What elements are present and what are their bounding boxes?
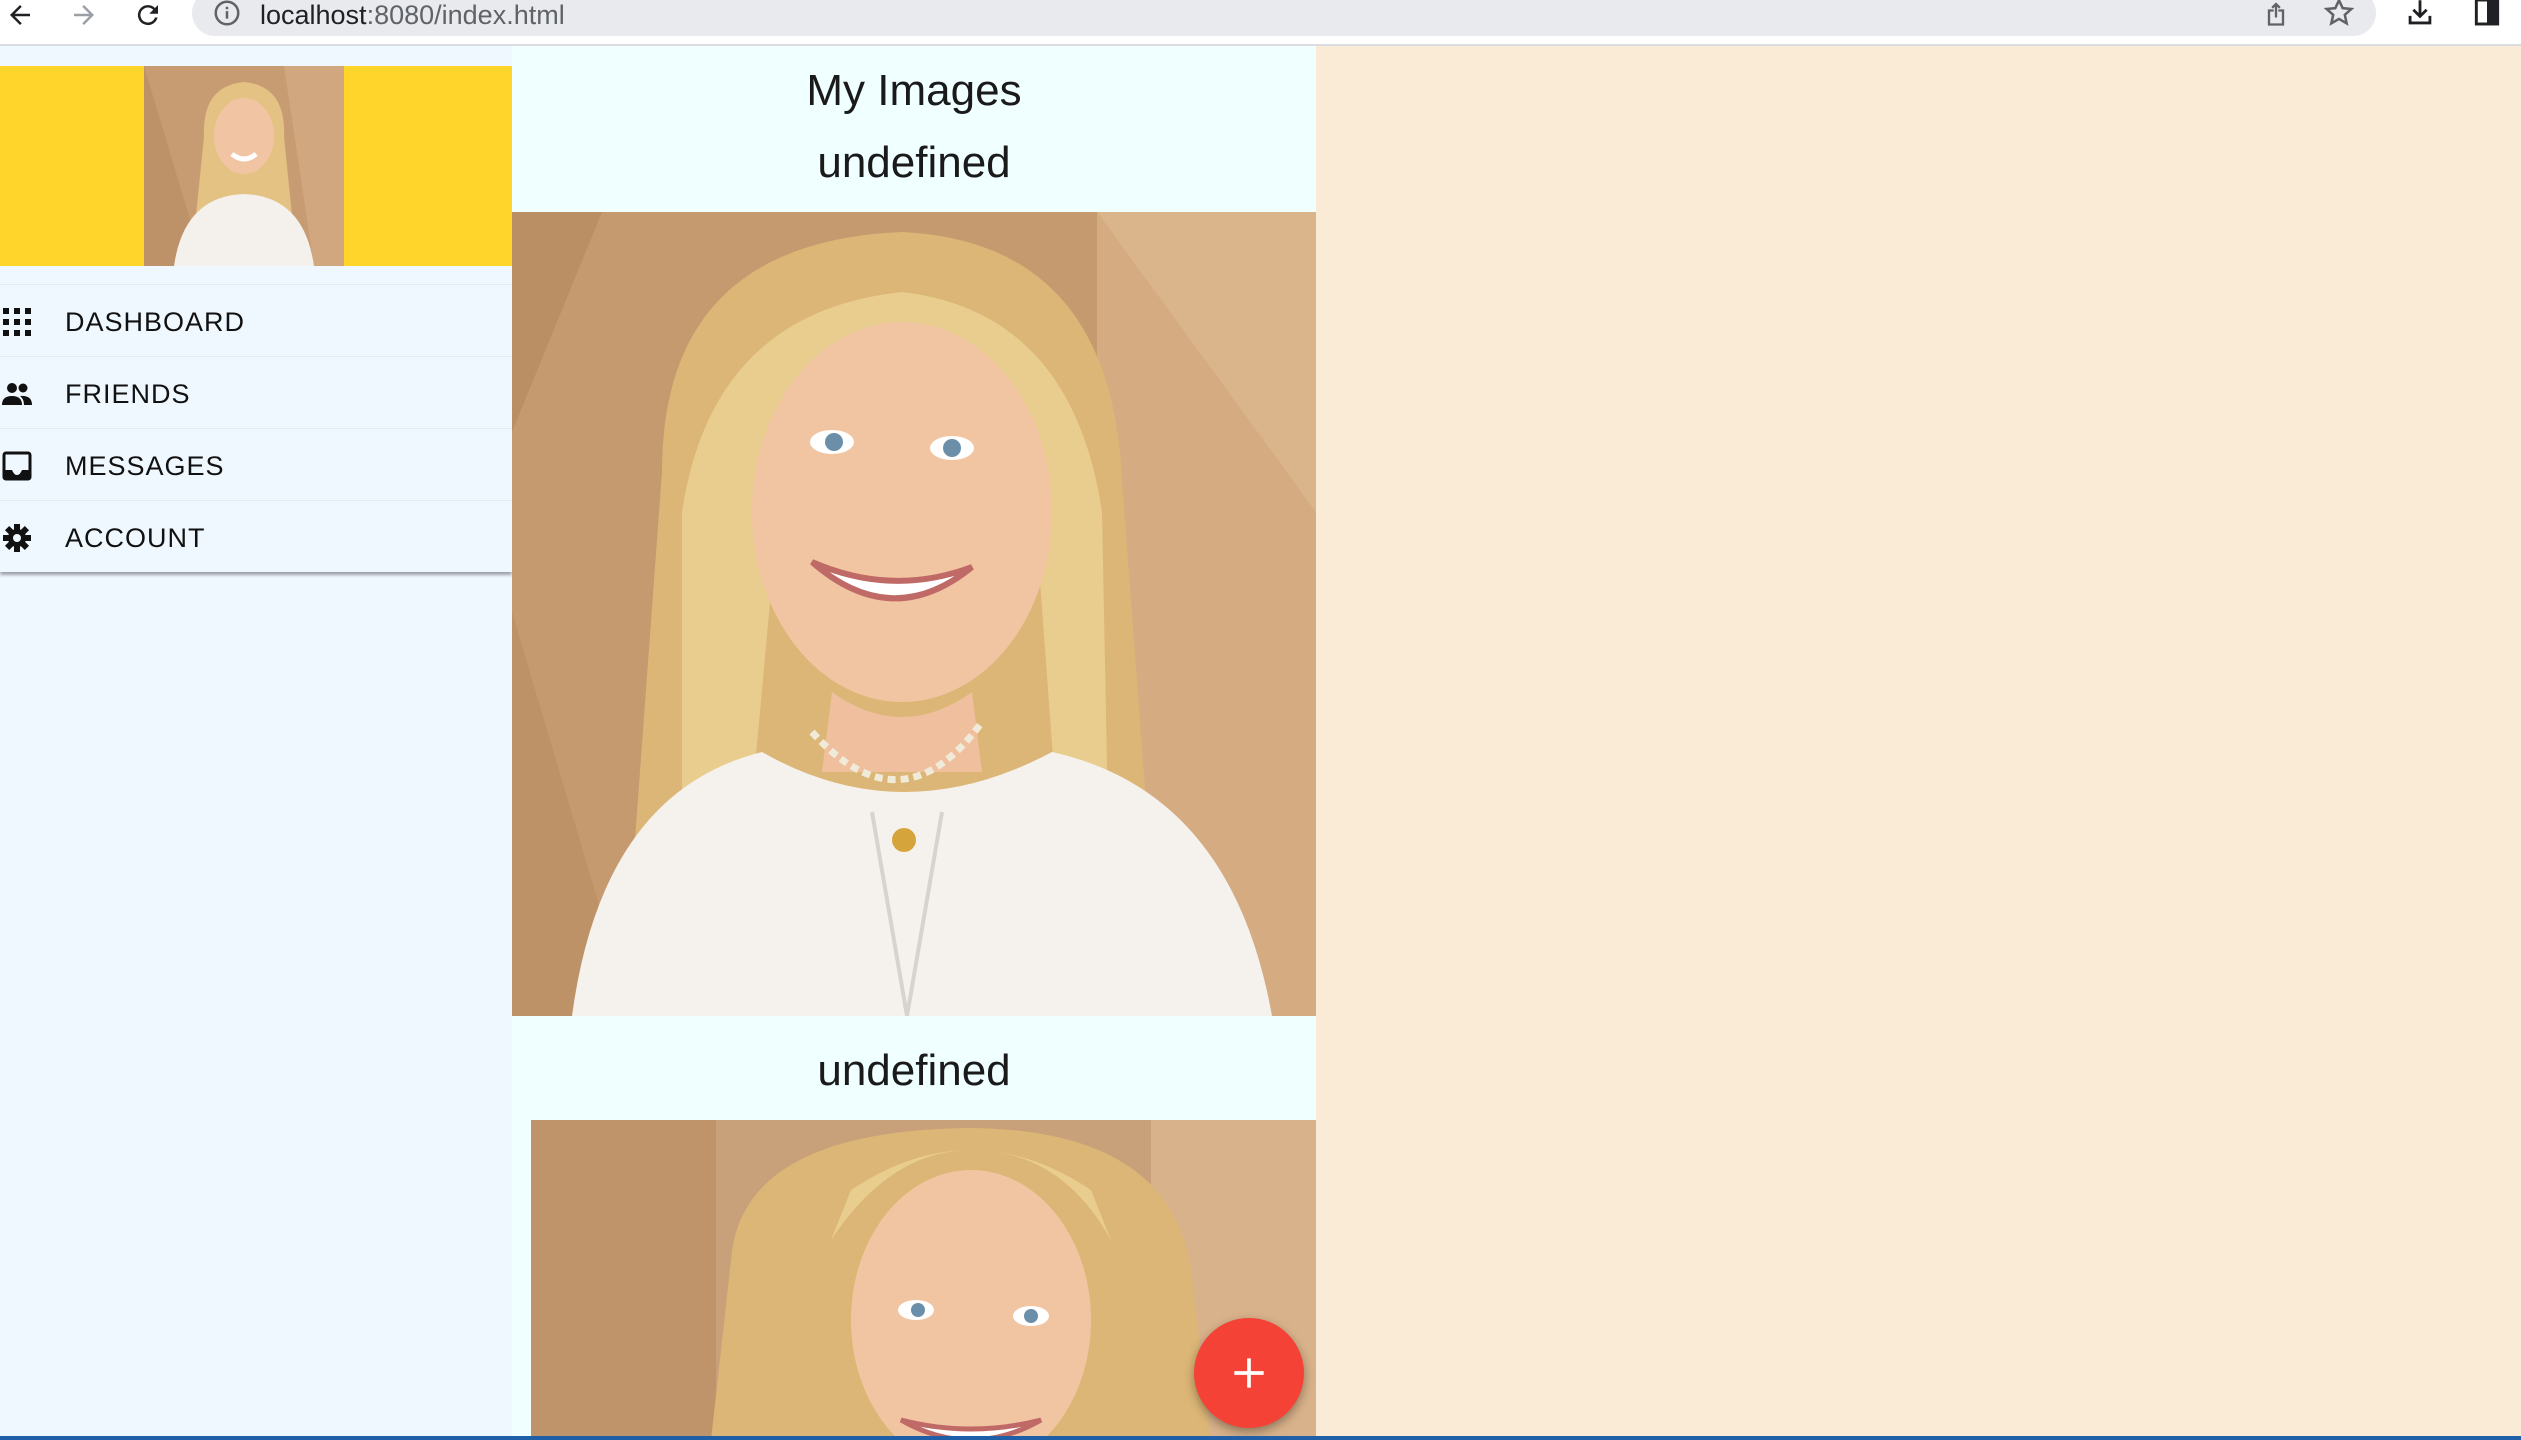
forward-button[interactable] <box>64 0 104 30</box>
url-text[interactable]: localhost:8080/index.html <box>260 0 565 31</box>
download-icon[interactable] <box>2400 0 2440 30</box>
profile-avatar[interactable] <box>144 66 344 266</box>
reload-button[interactable] <box>128 0 168 30</box>
info-icon[interactable] <box>212 0 242 28</box>
menu-item-friends[interactable]: FRIENDS <box>0 356 512 428</box>
url-host: localhost <box>260 0 367 30</box>
profile-photo <box>144 66 344 266</box>
share-icon[interactable] <box>2262 0 2290 28</box>
image-caption: undefined <box>817 1046 1011 1095</box>
content-area <box>1316 46 2521 1440</box>
menu-label-account: ACCOUNT <box>65 523 206 553</box>
gear-icon <box>3 524 31 552</box>
people-icon <box>2 383 32 405</box>
menu-item-messages[interactable]: MESSAGES <box>0 428 512 500</box>
back-button[interactable] <box>0 0 40 30</box>
portrait-photo <box>512 212 1316 1016</box>
side-panel-icon[interactable] <box>2470 0 2504 28</box>
url-path: :8080/index.html <box>366 0 565 30</box>
plus-icon <box>1234 1358 1264 1388</box>
arrow-right-icon <box>74 5 94 25</box>
reload-icon <box>137 5 158 26</box>
inbox-icon <box>2 451 32 481</box>
taskbar-edge <box>0 1436 2521 1440</box>
apps-grid-icon <box>3 308 31 336</box>
navigation-drawer: DASHBOARD FRIENDS MESSAGES ACCOUNT <box>0 46 512 1440</box>
image-caption: undefined <box>817 138 1011 187</box>
star-icon[interactable] <box>2322 0 2356 30</box>
address-bar[interactable]: localhost:8080/index.html <box>192 0 2376 36</box>
image-card-photo[interactable] <box>512 212 1316 1016</box>
arrow-left-icon <box>10 5 30 25</box>
add-image-button[interactable] <box>1194 1318 1304 1428</box>
menu-label-messages: MESSAGES <box>65 451 225 481</box>
images-panel: My Images undefined undefined <box>512 46 1316 1440</box>
drawer-header <box>0 66 512 266</box>
menu-label-dashboard: DASHBOARD <box>65 307 246 337</box>
menu-item-account[interactable]: ACCOUNT <box>0 500 512 572</box>
menu-item-dashboard[interactable]: DASHBOARD <box>0 284 512 356</box>
page-title: My Images <box>806 66 1022 115</box>
menu-label-friends: FRIENDS <box>65 379 191 409</box>
drawer-menu: DASHBOARD FRIENDS MESSAGES ACCOUNT <box>0 284 512 572</box>
browser-toolbar: localhost:8080/index.html <box>0 0 2521 46</box>
